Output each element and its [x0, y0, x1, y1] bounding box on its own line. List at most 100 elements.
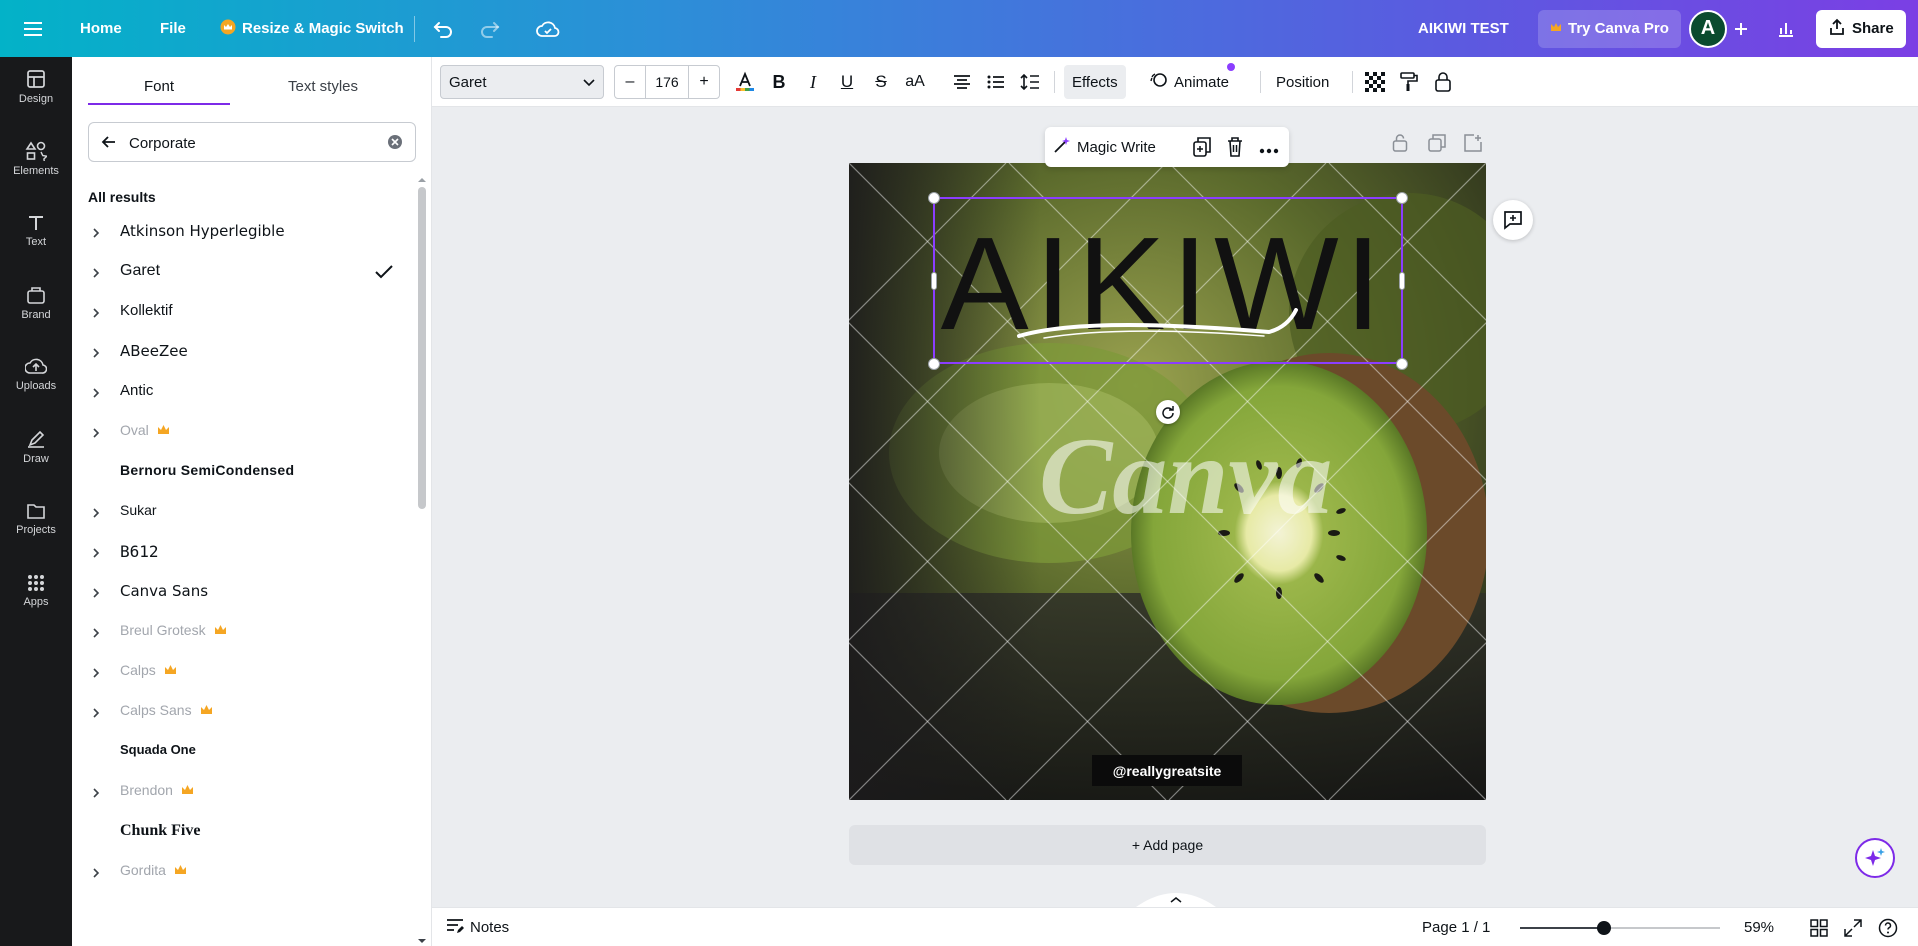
add-page-button[interactable]: + Add page	[849, 825, 1486, 865]
rail-item-brand[interactable]: Brand	[0, 273, 72, 333]
chevron-right-icon[interactable]	[92, 426, 100, 444]
text-case-icon[interactable]: aA	[900, 65, 930, 99]
magic-assistant-icon[interactable]	[1855, 838, 1895, 878]
resize-handle-bl[interactable]	[928, 358, 940, 370]
home-button[interactable]: Home	[68, 10, 134, 48]
bold-icon[interactable]: B	[764, 65, 794, 99]
chevron-right-icon[interactable]	[92, 546, 100, 564]
undo-icon[interactable]	[433, 0, 453, 57]
plus-icon[interactable]	[1733, 0, 1749, 57]
grid-view-icon[interactable]	[1810, 908, 1828, 946]
rotate-handle-icon[interactable]	[1156, 400, 1180, 424]
chevron-right-icon[interactable]	[92, 666, 100, 684]
rail-item-projects[interactable]: Projects	[0, 489, 72, 549]
page-indicator[interactable]: Page 1 / 1	[1422, 908, 1490, 946]
font-item[interactable]: B612	[72, 533, 412, 573]
rail-item-apps[interactable]: Apps	[0, 561, 72, 621]
duplicate-icon[interactable]	[1193, 137, 1211, 162]
chevron-right-icon[interactable]	[92, 386, 100, 404]
decrease-size-button[interactable]: –	[615, 66, 645, 98]
back-arrow-icon[interactable]	[101, 134, 117, 155]
font-item[interactable]: Brendon	[72, 773, 412, 813]
clear-search-icon[interactable]	[387, 134, 403, 155]
document-title[interactable]: AIKIWI TEST	[1418, 0, 1509, 57]
redo-icon[interactable]	[480, 0, 500, 57]
chevron-right-icon[interactable]	[92, 626, 100, 644]
add-comment-icon[interactable]	[1493, 200, 1533, 240]
font-item[interactable]: Calps	[72, 653, 412, 693]
lock-icon[interactable]	[1428, 65, 1458, 99]
duplicate-page-icon[interactable]	[1428, 134, 1446, 157]
font-size-input[interactable]: 176	[645, 66, 689, 98]
magic-write-button[interactable]: Magic Write	[1053, 133, 1156, 161]
resize-magic-switch-button[interactable]: Resize & Magic Switch	[208, 10, 416, 48]
animate-button[interactable]: Animate	[1150, 63, 1236, 99]
fullscreen-icon[interactable]	[1844, 908, 1862, 946]
font-item[interactable]: Bernoru SemiCondensed	[72, 453, 412, 493]
hamburger-icon[interactable]	[24, 0, 42, 57]
resize-handle-tl[interactable]	[928, 192, 940, 204]
more-options-icon[interactable]	[1259, 141, 1279, 159]
tab-text-styles[interactable]: Text styles	[252, 67, 394, 105]
help-icon[interactable]	[1878, 908, 1898, 946]
italic-icon[interactable]: I	[798, 65, 828, 99]
chevron-right-icon[interactable]	[92, 346, 100, 364]
notes-button[interactable]: Notes	[446, 908, 509, 946]
file-menu-button[interactable]: File	[148, 10, 198, 48]
rail-item-draw[interactable]: Draw	[0, 417, 72, 477]
add-page-icon[interactable]	[1464, 134, 1482, 157]
chevron-right-icon[interactable]	[92, 586, 100, 604]
zoom-slider[interactable]	[1520, 921, 1720, 935]
position-button[interactable]: Position	[1266, 65, 1339, 99]
font-item[interactable]: Oval	[72, 413, 412, 453]
font-item[interactable]: Atkinson Hyperlegible	[72, 213, 412, 253]
line-spacing-icon[interactable]	[1015, 65, 1045, 99]
paint-roller-icon[interactable]	[1394, 65, 1424, 99]
font-item[interactable]: Canva Sans	[72, 573, 412, 613]
chevron-right-icon[interactable]	[92, 306, 100, 324]
chevron-right-icon[interactable]	[92, 706, 100, 724]
font-item[interactable]: Breul Grotesk	[72, 613, 412, 653]
text-color-icon[interactable]	[730, 65, 760, 99]
handle-label[interactable]: @reallygreatsite	[1092, 755, 1242, 786]
align-center-icon[interactable]	[947, 65, 977, 99]
rail-item-text[interactable]: Text	[0, 201, 72, 261]
font-item[interactable]: Squada One	[72, 733, 412, 773]
chevron-right-icon[interactable]	[92, 226, 100, 244]
effects-button[interactable]: Effects	[1064, 65, 1126, 99]
font-item[interactable]: ABeeZee	[72, 333, 412, 373]
scroll-thumb[interactable]	[418, 187, 426, 509]
underline-icon[interactable]: U	[832, 65, 862, 99]
font-item[interactable]: Garet	[72, 253, 412, 293]
increase-size-button[interactable]: +	[689, 66, 719, 98]
chevron-up-icon[interactable]	[1136, 893, 1216, 907]
resize-handle-right[interactable]	[1399, 272, 1405, 290]
zoom-slider-thumb[interactable]	[1597, 921, 1611, 935]
resize-handle-tr[interactable]	[1396, 192, 1408, 204]
lock-page-icon[interactable]	[1392, 134, 1408, 157]
chevron-right-icon[interactable]	[92, 266, 100, 284]
font-item[interactable]: Sukar	[72, 493, 412, 533]
font-item[interactable]: Kollektif	[72, 293, 412, 333]
bar-chart-icon[interactable]	[1777, 0, 1795, 57]
zoom-level[interactable]: 59%	[1744, 908, 1774, 946]
resize-handle-br[interactable]	[1396, 358, 1408, 370]
list-icon[interactable]	[981, 65, 1011, 99]
strikethrough-icon[interactable]: S	[866, 65, 896, 99]
share-button[interactable]: Share	[1816, 9, 1906, 48]
rail-item-design[interactable]: Design	[0, 57, 72, 117]
try-canva-pro-button[interactable]: Try Canva Pro	[1538, 9, 1681, 48]
font-item[interactable]: Calps Sans	[72, 693, 412, 733]
font-item[interactable]: Antic	[72, 373, 412, 413]
chevron-right-icon[interactable]	[92, 506, 100, 524]
rail-item-elements[interactable]: Elements	[0, 129, 72, 189]
avatar[interactable]: A	[1689, 9, 1727, 48]
transparency-icon[interactable]	[1360, 65, 1390, 99]
tab-font[interactable]: Font	[88, 67, 230, 105]
trash-icon[interactable]	[1227, 137, 1243, 162]
chevron-right-icon[interactable]	[92, 786, 100, 804]
font-item[interactable]: Chunk Five	[72, 813, 412, 853]
chevron-right-icon[interactable]	[92, 866, 100, 884]
rail-item-uploads[interactable]: Uploads	[0, 345, 72, 405]
font-item[interactable]: Gordita	[72, 853, 412, 893]
